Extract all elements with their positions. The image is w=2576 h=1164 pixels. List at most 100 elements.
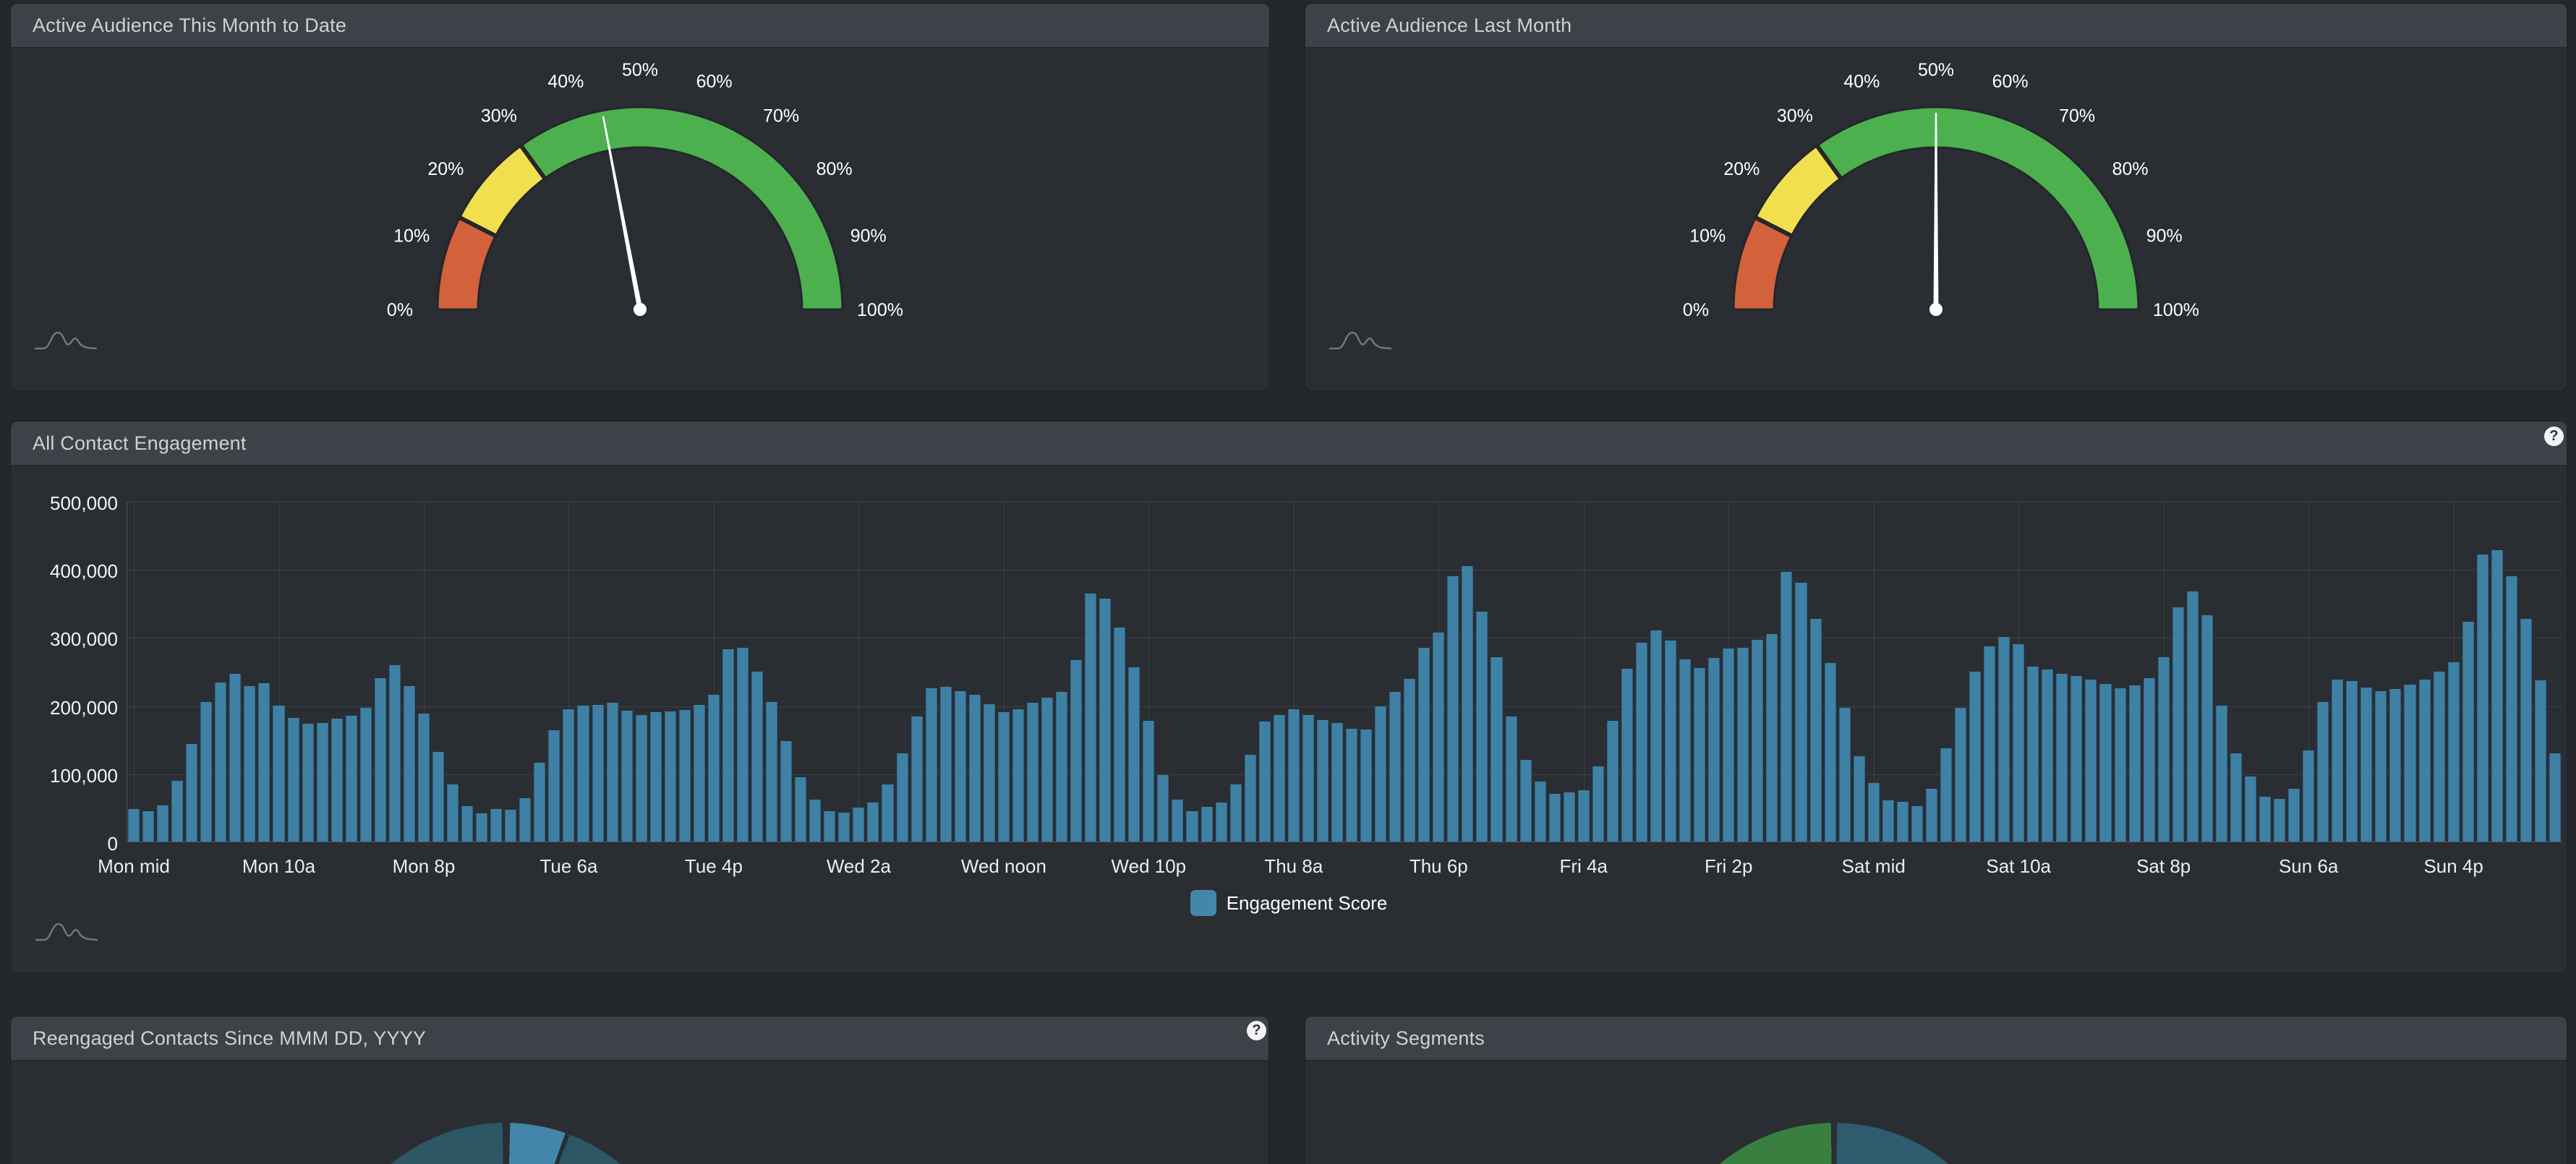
engagement-bar[interactable] [940, 687, 952, 842]
engagement-bar[interactable] [2027, 667, 2039, 842]
engagement-bar[interactable] [1418, 648, 1430, 842]
engagement-bar[interactable] [1825, 663, 1836, 842]
engagement-bar[interactable] [2404, 685, 2415, 842]
engagement-bar[interactable] [780, 741, 792, 842]
engagement-bar[interactable] [360, 708, 372, 842]
engagement-bar[interactable] [621, 711, 633, 842]
engagement-bar[interactable] [1462, 566, 1473, 842]
engagement-bar[interactable] [2013, 644, 2024, 842]
engagement-bar[interactable] [2448, 662, 2460, 842]
engagement-bar[interactable] [389, 665, 401, 842]
engagement-bar[interactable] [1447, 576, 1459, 842]
engagement-bar[interactable] [2274, 799, 2285, 842]
engagement-bar[interactable] [534, 763, 545, 842]
engagement-bar[interactable] [1360, 729, 1372, 842]
engagement-bar[interactable] [375, 678, 386, 842]
engagement-bar[interactable] [1274, 715, 1285, 842]
engagement-bar[interactable] [926, 688, 937, 842]
engagement-bar[interactable] [2070, 676, 2082, 842]
engagement-bar[interactable] [418, 714, 430, 842]
engagement-bar[interactable] [2346, 681, 2358, 842]
engagement-bar[interactable] [650, 712, 662, 842]
engagement-bar[interactable] [838, 813, 850, 842]
engagement-bar[interactable] [1201, 807, 1213, 842]
engagement-bar[interactable] [1085, 594, 1096, 842]
engagement-bar[interactable] [2230, 753, 2242, 842]
engagement-bar[interactable] [1694, 668, 1705, 842]
engagement-bar[interactable] [2042, 669, 2053, 842]
help-icon[interactable]: ? [1247, 1021, 1266, 1040]
engagement-bar[interactable] [795, 777, 806, 842]
engagement-bar[interactable] [1854, 756, 1865, 842]
engagement-bar[interactable] [1868, 783, 1880, 842]
engagement-bar[interactable] [1433, 633, 1444, 842]
engagement-bar[interactable] [809, 800, 821, 842]
engagement-bar[interactable] [2549, 753, 2561, 842]
engagement-bar[interactable] [1955, 708, 1966, 842]
engagement-bar[interactable] [1230, 784, 1242, 842]
engagement-bar[interactable] [476, 813, 487, 842]
engagement-bar[interactable] [1592, 766, 1604, 842]
engagement-bar[interactable] [2389, 689, 2401, 842]
engagement-bar[interactable] [679, 710, 691, 842]
engagement-bar[interactable] [1621, 669, 1633, 842]
engagement-bar[interactable] [2375, 691, 2387, 842]
engagement-bar[interactable] [186, 744, 197, 842]
engagement-bar[interactable] [2303, 750, 2314, 842]
engagement-bar[interactable] [1940, 748, 1952, 842]
engagement-bar[interactable] [2259, 797, 2271, 842]
engagement-bar[interactable] [751, 672, 763, 842]
engagement-bar[interactable] [2056, 674, 2068, 842]
engagement-bar[interactable] [1346, 729, 1357, 842]
engagement-bar[interactable] [1216, 803, 1227, 842]
engagement-bar[interactable] [548, 730, 560, 842]
engagement-bar[interactable] [2332, 680, 2343, 842]
engagement-bar[interactable] [2317, 702, 2329, 842]
engagement-bar[interactable] [128, 809, 140, 842]
engagement-bar[interactable] [607, 703, 618, 842]
engagement-bar[interactable] [1926, 789, 1937, 842]
engagement-bar[interactable] [157, 805, 169, 842]
engagement-bar[interactable] [1564, 792, 1575, 842]
engagement-bar[interactable] [1404, 679, 1415, 842]
engagement-bar[interactable] [2491, 550, 2503, 842]
engagement-bar[interactable] [694, 705, 705, 842]
engagement-bar[interactable] [722, 649, 734, 842]
engagement-bar[interactable] [404, 686, 415, 842]
engagement-bar[interactable] [490, 809, 502, 842]
engagement-bar[interactable] [998, 712, 1010, 842]
engagement-bar[interactable] [1578, 790, 1590, 842]
engagement-bar[interactable] [2434, 672, 2445, 842]
engagement-bar[interactable] [519, 798, 531, 842]
engagement-bar[interactable] [273, 706, 284, 842]
engagement-bar[interactable] [853, 808, 864, 842]
engagement-bar[interactable] [824, 811, 835, 842]
engagement-bar[interactable] [969, 695, 981, 842]
engagement-bar[interactable] [737, 648, 749, 842]
engagement-bar[interactable] [1998, 637, 2010, 842]
engagement-bar[interactable] [2419, 680, 2431, 842]
engagement-bar[interactable] [1157, 775, 1169, 842]
engagement-bar[interactable] [2462, 622, 2474, 842]
engagement-bar[interactable] [882, 784, 893, 842]
engagement-bar[interactable] [2520, 619, 2532, 842]
help-icon[interactable]: ? [2544, 427, 2564, 446]
engagement-bar[interactable] [1969, 672, 1981, 842]
engagement-bar[interactable] [1839, 708, 1851, 842]
engagement-bar[interactable] [636, 715, 647, 842]
engagement-bar[interactable] [461, 806, 473, 842]
engagement-bar[interactable] [563, 709, 574, 842]
engagement-bar[interactable] [1766, 634, 1778, 842]
engagement-bar[interactable] [1520, 760, 1532, 842]
engagement-bar[interactable] [142, 811, 154, 842]
engagement-bar[interactable] [2201, 615, 2213, 842]
engagement-bar[interactable] [1607, 721, 1618, 842]
engagement-bar[interactable] [1027, 703, 1038, 842]
engagement-bar[interactable] [911, 716, 923, 842]
engagement-bar[interactable] [1506, 716, 1517, 842]
engagement-bar[interactable] [1665, 641, 1676, 842]
engagement-bar[interactable] [1810, 619, 1822, 842]
engagement-bar[interactable] [2506, 576, 2517, 842]
engagement-bar[interactable] [708, 695, 720, 842]
engagement-bar[interactable] [2085, 680, 2097, 842]
